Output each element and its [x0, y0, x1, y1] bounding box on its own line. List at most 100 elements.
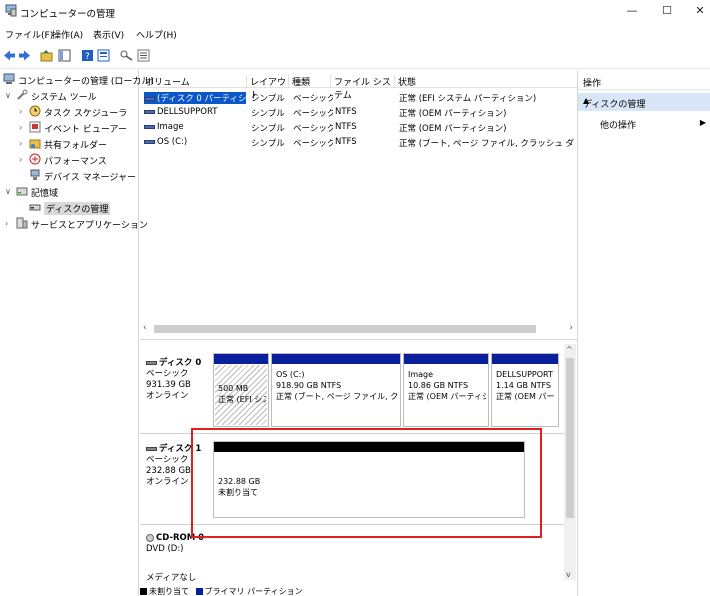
- column-header-layout[interactable]: レイアウト: [247, 75, 289, 101]
- disk-icon: [146, 360, 157, 365]
- shared-folder-icon: [29, 139, 41, 149]
- cdrom-drive: DVD (D:): [146, 544, 184, 554]
- scroll-right-icon[interactable]: ›: [569, 323, 573, 333]
- toolbar: ?: [0, 43, 710, 69]
- partition-efi[interactable]: 500 MB 正常 (EFI シス: [213, 353, 269, 427]
- status-cell: 正常 (OEM パーティション): [399, 109, 507, 119]
- collapsed-chevron-icon[interactable]: ›: [19, 139, 22, 148]
- type-cell: ベーシック: [293, 94, 333, 104]
- status-cell: 正常 (ブート, ページ ファイル, クラッシュ ダンプ, プライマ: [399, 139, 575, 149]
- properties-icon[interactable]: [97, 49, 110, 62]
- partition-status: 正常 (OEM パー: [496, 392, 555, 401]
- layout-cell: シンプル: [251, 139, 285, 149]
- partition-name: DELLSUPPORT: [496, 370, 553, 379]
- tree-label: システム ツール: [31, 93, 97, 103]
- help-icon[interactable]: ?: [81, 49, 94, 62]
- table-row[interactable]: Image シンプル ベーシック NTFS 正常 (OEM パーティション): [140, 120, 577, 135]
- disk-name: ディスク 0: [159, 358, 202, 368]
- menu-view[interactable]: 表示(V): [93, 28, 124, 41]
- close-button[interactable]: ✕: [692, 4, 708, 18]
- status-cell: 正常 (EFI システム パーティション): [399, 94, 537, 104]
- partition-os-c[interactable]: OS (C:) 918.90 GB NTFS 正常 (ブート, ページ ファイル…: [271, 353, 401, 427]
- back-arrow-icon[interactable]: [3, 49, 16, 62]
- tree-label: イベント ビューアー: [44, 125, 127, 135]
- filesystem-cell: NTFS: [335, 122, 357, 132]
- unallocated-swatch: [140, 588, 147, 595]
- expanded-chevron-icon[interactable]: ∨: [5, 91, 11, 100]
- partition-text: OS (C:) 918.90 GB NTFS 正常 (ブート, ページ ファイル…: [276, 369, 398, 402]
- event-viewer-icon: [29, 121, 41, 133]
- volume-name-cell: DELLSUPPORT: [144, 107, 246, 117]
- type-cell: ベーシック: [293, 124, 333, 134]
- partition-size: 10.86 GB NTFS: [408, 381, 469, 390]
- highlight-annotation: [191, 428, 542, 538]
- filesystem-cell: NTFS: [335, 107, 357, 117]
- list-view-icon[interactable]: [137, 49, 150, 62]
- scroll-up-icon[interactable]: ^: [566, 345, 573, 354]
- drive-icon: [144, 139, 155, 144]
- volume-name-cell: Image: [144, 122, 246, 132]
- navigation-tree: コンピューターの管理 (ローカル) ∨ システム ツール › タスク スケジュー…: [0, 70, 154, 596]
- connect-icon[interactable]: [120, 49, 133, 62]
- horizontal-scrollbar[interactable]: ‹ ›: [140, 322, 577, 336]
- partition-dellsupport[interactable]: DELLSUPPORT 1.14 GB NTFS 正常 (OEM パー: [491, 353, 559, 427]
- layout-cell: シンプル: [251, 109, 285, 119]
- cdrom-media: メディアなし: [146, 573, 197, 583]
- collapsed-chevron-icon[interactable]: ›: [19, 155, 22, 164]
- volume-name: (ディスク 0 パーティション 1): [157, 94, 246, 104]
- partition-size: 500 MB: [218, 384, 249, 393]
- menu-action[interactable]: 操作(A): [52, 28, 83, 41]
- volume-list-header: ボリューム レイアウト 種類 ファイル システム 状態: [140, 73, 577, 101]
- column-header-filesystem[interactable]: ファイル システム: [331, 75, 395, 101]
- disk-0-name: ディスク 0: [146, 358, 201, 369]
- menu-help[interactable]: ヘルプ(H): [136, 28, 177, 41]
- column-header-type[interactable]: 種類: [289, 75, 331, 88]
- collapsed-chevron-icon[interactable]: ›: [19, 123, 22, 132]
- vertical-scrollbar[interactable]: ^ v: [564, 344, 576, 580]
- layout-cell: シンプル: [251, 94, 285, 104]
- action-label: 他の操作: [600, 121, 637, 131]
- filesystem-cell: NTFS: [335, 137, 357, 147]
- column-header-status[interactable]: 状態: [395, 75, 577, 88]
- scrollbar-thumb[interactable]: [566, 358, 574, 518]
- up-folder-icon[interactable]: [40, 49, 53, 62]
- partition-image[interactable]: Image 10.86 GB NTFS 正常 (OEM パーティシ: [403, 353, 489, 427]
- collapsed-chevron-icon[interactable]: ›: [19, 107, 22, 116]
- table-row[interactable]: DELLSUPPORT シンプル ベーシック NTFS 正常 (OEM パーティ…: [140, 105, 577, 120]
- maximize-button[interactable]: ☐: [659, 4, 675, 18]
- actions-section-disk-management[interactable]: ディスクの管理 ▲: [578, 93, 710, 111]
- device-manager-icon: [30, 169, 40, 180]
- action-other[interactable]: 他の操作 ▶: [578, 116, 710, 132]
- computer-management-icon: [3, 73, 15, 84]
- minimize-button[interactable]: —: [624, 4, 640, 18]
- show-hide-tree-icon[interactable]: [58, 49, 71, 62]
- column-header-volume[interactable]: ボリューム: [142, 75, 247, 88]
- type-cell: ベーシック: [293, 139, 333, 149]
- table-row[interactable]: OS (C:) シンプル ベーシック NTFS 正常 (ブート, ページ ファイ…: [140, 135, 577, 150]
- scroll-left-icon[interactable]: ‹: [143, 323, 147, 333]
- menu-file[interactable]: ファイル(F): [5, 28, 53, 41]
- volume-name-cell: OS (C:): [144, 137, 246, 147]
- scrollbar-thumb[interactable]: [154, 325, 536, 333]
- actions-pane: 操作 ディスクの管理 ▲ 他の操作 ▶: [577, 70, 710, 596]
- collapse-triangle-icon[interactable]: ▲: [583, 96, 708, 105]
- menu-bar: ファイル(F) 操作(A) 表示(V) ヘルプ(H): [0, 24, 710, 42]
- forward-arrow-icon[interactable]: [18, 49, 31, 62]
- disk-0-info[interactable]: ディスク 0 ベーシック 931.39 GB オンライン: [146, 358, 201, 402]
- legend: 未割り当て プライマリ パーティション: [140, 586, 303, 596]
- partition-size: 918.90 GB NTFS: [276, 381, 342, 390]
- tree-label: パフォーマンス: [44, 157, 107, 167]
- collapsed-chevron-icon[interactable]: ›: [5, 219, 8, 228]
- clock-icon: [29, 105, 41, 117]
- tree-label: ディスクの管理: [44, 202, 111, 215]
- actions-header: 操作: [578, 73, 710, 90]
- cd-icon: [146, 533, 154, 542]
- scroll-down-icon[interactable]: v: [566, 570, 571, 579]
- computer-management-icon: [5, 4, 17, 17]
- table-row[interactable]: (ディスク 0 パーティション 1) シンプル ベーシック 正常 (EFI シス…: [140, 90, 577, 105]
- submenu-arrow-icon: ▶: [699, 118, 706, 127]
- tree-label: 共有フォルダー: [44, 141, 108, 151]
- volume-name: DELLSUPPORT: [157, 107, 218, 117]
- status-cell: 正常 (OEM パーティション): [399, 124, 507, 134]
- expanded-chevron-icon[interactable]: ∨: [5, 187, 11, 196]
